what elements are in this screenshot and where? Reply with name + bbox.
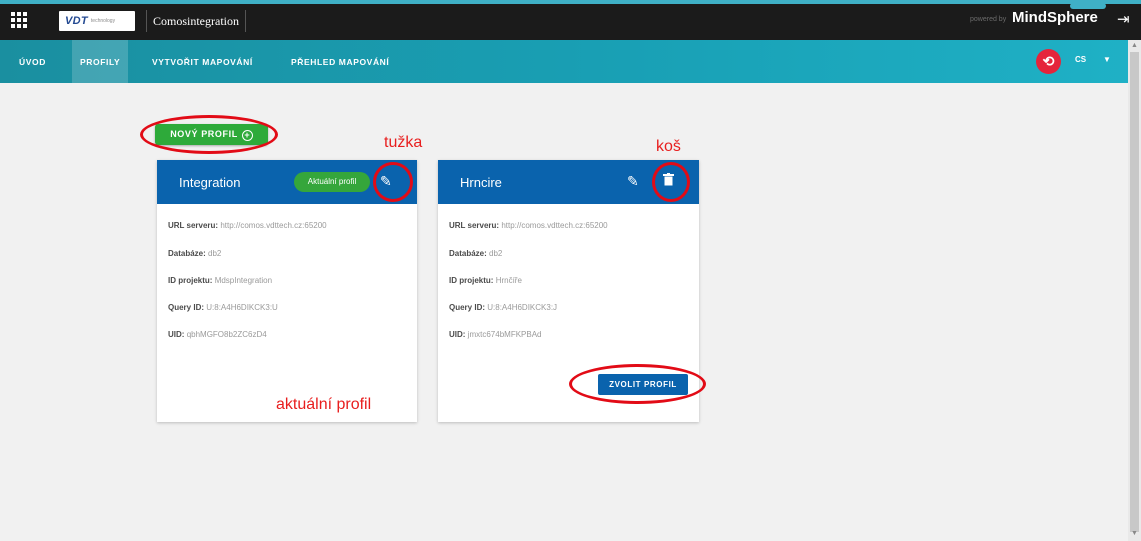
language-selector[interactable]: CS <box>1075 55 1086 64</box>
field-uid: UID: jmxtc674bMFKPBAd <box>449 330 542 339</box>
scrollbar-thumb[interactable] <box>1130 52 1139 532</box>
top-accent-line <box>0 0 1141 4</box>
field-database: Databáze: db2 <box>449 249 503 258</box>
logo-text: VDT <box>65 15 88 27</box>
annotation-ring-pencil <box>373 162 413 202</box>
scroll-down-icon[interactable]: ▼ <box>1131 530 1138 537</box>
annotation-label-trash: koš <box>656 138 681 155</box>
logo-subtext: technology <box>90 18 116 24</box>
annotation-label-pencil: tužka <box>384 134 423 151</box>
profile-name: Integration <box>179 175 241 190</box>
field-url: URL serveru: http://comos.vdttech.cz:652… <box>168 221 327 230</box>
profile-card-integration: Integration Aktuální profil ✎ URL server… <box>157 160 417 422</box>
annotation-ring-new-profile <box>140 115 278 154</box>
chevron-down-icon[interactable]: ▼ <box>1103 55 1111 64</box>
nav-item-profily[interactable]: PROFILY <box>72 40 129 83</box>
apps-grid-icon[interactable] <box>11 12 27 28</box>
annotation-label-current: aktuální profil <box>276 396 372 413</box>
refresh-icon[interactable]: ⟲ <box>1036 49 1061 74</box>
top-bar: VDT technology Comosintegration powered … <box>0 0 1141 40</box>
nav-item-uvod[interactable]: ÚVOD <box>11 40 54 83</box>
field-query-id: Query ID: U:8:A4H6DIKCK3:U <box>168 303 278 312</box>
current-profile-badge: Aktuální profil <box>294 172 370 192</box>
nav-item-prehled-mapovani[interactable]: PŘEHLED MAPOVÁNÍ <box>283 40 397 83</box>
vdt-logo: VDT technology <box>59 11 135 31</box>
pencil-icon[interactable]: ✎ <box>627 173 639 190</box>
profile-name: Hrncire <box>460 175 502 190</box>
field-url: URL serveru: http://comos.vdttech.cz:652… <box>449 221 608 230</box>
nav-bar: ÚVOD PROFILY VYTVOŘIT MAPOVÁNÍ PŘEHLED M… <box>0 40 1141 83</box>
field-database: Databáze: db2 <box>168 249 222 258</box>
mindsphere-brand: MindSphere <box>1012 9 1098 26</box>
powered-by-label: powered by <box>970 16 1007 23</box>
field-uid: UID: qbhMGFO8b2ZC6zD4 <box>168 330 267 339</box>
brand-badge <box>1070 3 1106 9</box>
app-name: Comosintegration <box>146 10 246 32</box>
nav-item-vytvorit-mapovani[interactable]: VYTVOŘIT MAPOVÁNÍ <box>144 40 261 83</box>
annotation-ring-trash <box>652 162 690 202</box>
logout-icon[interactable]: ⇥ <box>1117 10 1130 28</box>
annotation-ring-select <box>569 364 706 404</box>
field-project-id: ID projektu: MdspIntegration <box>168 276 273 285</box>
field-project-id: ID projektu: Hrnčíře <box>449 276 522 285</box>
scroll-up-icon[interactable]: ▲ <box>1131 42 1138 49</box>
field-query-id: Query ID: U:8:A4H6DIKCK3:J <box>449 303 558 312</box>
